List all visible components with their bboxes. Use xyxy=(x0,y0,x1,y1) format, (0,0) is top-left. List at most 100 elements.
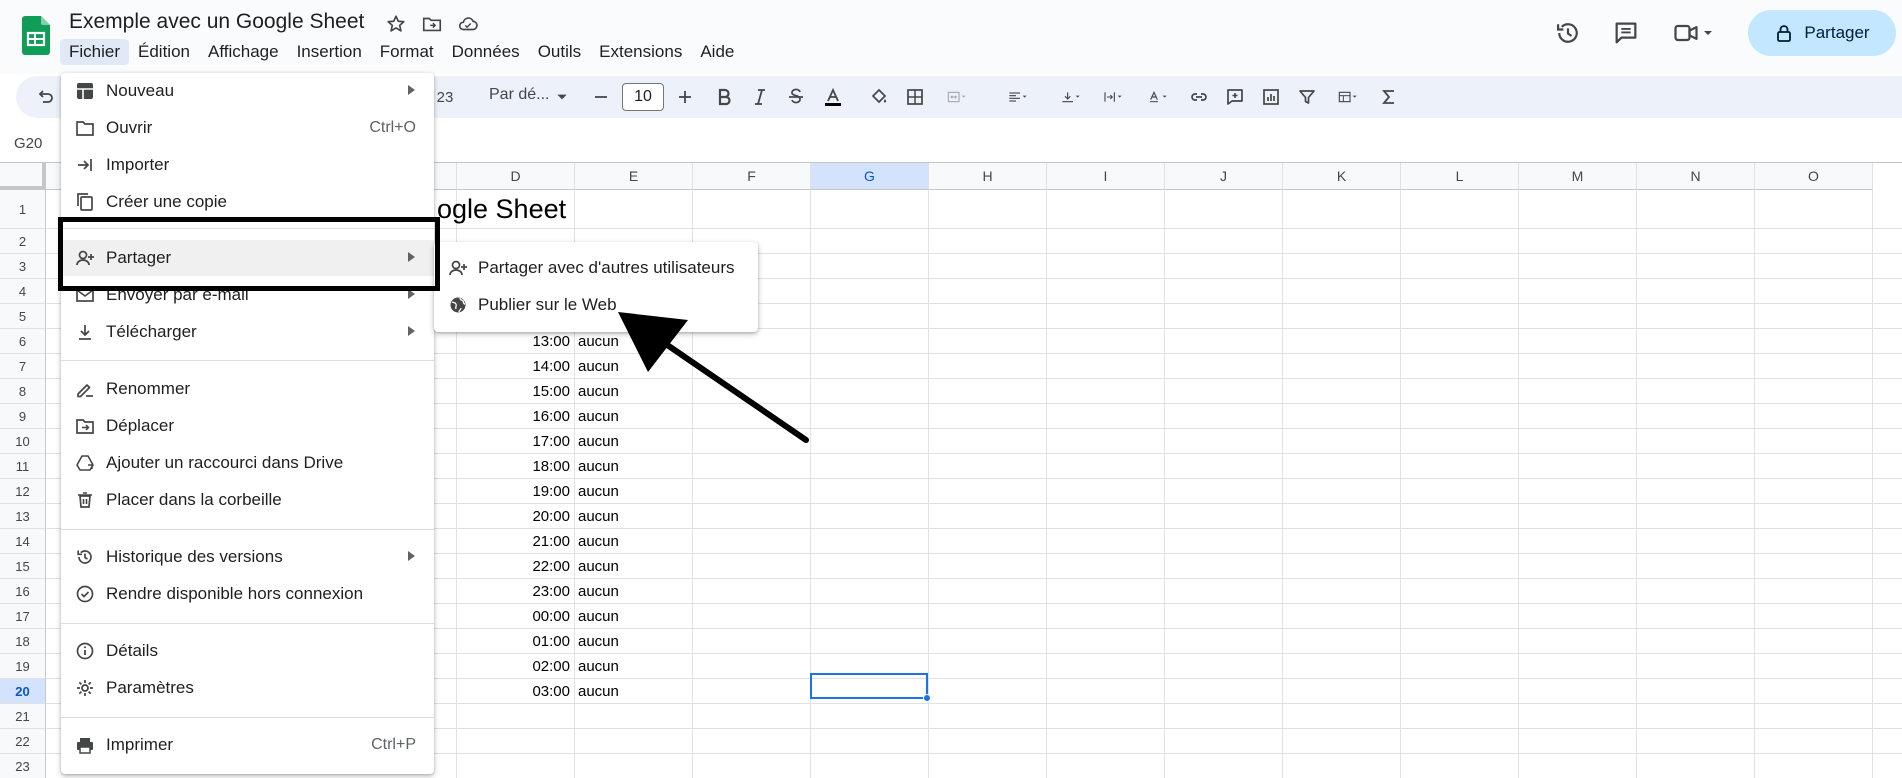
column-header-d[interactable]: D xyxy=(457,163,575,190)
text-wrapping-icon[interactable] xyxy=(1096,85,1130,109)
borders-icon[interactable] xyxy=(904,85,926,109)
cell-time[interactable]: 18:00 xyxy=(520,458,570,475)
menu-donnees[interactable]: Données xyxy=(443,39,529,65)
row-header-19[interactable]: 19 xyxy=(0,654,46,679)
menu-item-nouveau[interactable]: Nouveau xyxy=(61,73,434,109)
increase-font-size-icon[interactable] xyxy=(675,85,695,109)
cell-prerequis[interactable]: aucun xyxy=(578,683,619,700)
menu-format[interactable]: Format xyxy=(371,39,443,65)
row-header-10[interactable]: 10 xyxy=(0,429,46,454)
document-title[interactable]: Exemple avec un Google Sheet xyxy=(69,10,364,34)
comments-icon[interactable] xyxy=(1612,19,1640,47)
menu-item-renommer[interactable]: Renommer xyxy=(61,371,434,407)
column-header-h[interactable]: H xyxy=(929,163,1047,190)
column-header-i[interactable]: I xyxy=(1047,163,1165,190)
row-header-22[interactable]: 22 xyxy=(0,729,46,754)
merge-cells-icon[interactable] xyxy=(940,85,974,109)
header-prerequis[interactable]: Pré-requis xyxy=(596,229,665,239)
functions-icon[interactable] xyxy=(1378,85,1400,109)
menu-extensions[interactable]: Extensions xyxy=(590,39,691,65)
text-color-icon[interactable] xyxy=(821,85,845,109)
cell-prerequis[interactable]: aucun xyxy=(578,533,619,550)
row-header-15[interactable]: 15 xyxy=(0,554,46,579)
column-header-l[interactable]: L xyxy=(1401,163,1519,190)
fill-color-icon[interactable] xyxy=(868,85,890,109)
cell-prerequis[interactable]: aucun xyxy=(578,483,619,500)
cell-prerequis[interactable]: aucun xyxy=(578,333,619,350)
meet-dropdown-icon[interactable] xyxy=(1702,27,1714,39)
row-header-16[interactable]: 16 xyxy=(0,579,46,604)
menu-item-raccourci-drive[interactable]: Ajouter un raccourci dans Drive xyxy=(61,445,434,481)
row-header-3[interactable]: 3 xyxy=(0,254,46,279)
vertical-align-icon[interactable] xyxy=(1054,85,1088,109)
menu-item-importer[interactable]: Importer xyxy=(61,147,434,183)
cell-time[interactable]: 23:00 xyxy=(520,583,570,600)
cell-prerequis[interactable]: aucun xyxy=(578,583,619,600)
cell-time[interactable]: 00:00 xyxy=(520,608,570,625)
menu-item-ouvrir[interactable]: Ouvrir Ctrl+O xyxy=(61,110,434,146)
selected-cell-g20[interactable] xyxy=(810,673,928,699)
strikethrough-icon[interactable] xyxy=(785,85,807,109)
fill-handle[interactable] xyxy=(923,694,931,702)
menu-edition[interactable]: Édition xyxy=(129,39,199,65)
header-horaire[interactable]: Horaire xyxy=(488,229,537,239)
row-header-21[interactable]: 21 xyxy=(0,704,46,729)
row-header-17[interactable]: 17 xyxy=(0,604,46,629)
cell-time[interactable]: 13:00 xyxy=(520,333,570,350)
cell-prerequis[interactable]: aucun xyxy=(578,608,619,625)
more-formats-label[interactable]: 23 xyxy=(430,85,460,109)
move-folder-icon[interactable] xyxy=(421,13,443,35)
cell-prerequis[interactable]: aucun xyxy=(578,633,619,650)
column-header-j[interactable]: J xyxy=(1165,163,1283,190)
cell-time[interactable]: 17:00 xyxy=(520,433,570,450)
menu-item-parametres[interactable]: Paramètres xyxy=(61,670,434,706)
cell-time[interactable]: 22:00 xyxy=(520,558,570,575)
insert-chart-icon[interactable] xyxy=(1260,85,1282,109)
submenu-item-partager-utilisateurs[interactable]: Partager avec d'autres utilisateurs xyxy=(434,250,758,286)
menu-item-imprimer[interactable]: Imprimer Ctrl+P xyxy=(61,727,434,763)
horizontal-align-icon[interactable] xyxy=(1001,85,1035,109)
menu-item-creer-copie[interactable]: Créer une copie xyxy=(61,184,434,220)
select-all-corner[interactable] xyxy=(0,163,46,190)
row-header-14[interactable]: 14 xyxy=(0,529,46,554)
cell-prerequis[interactable]: aucun xyxy=(578,558,619,575)
font-dropdown-icon[interactable] xyxy=(555,85,569,109)
meet-video-icon[interactable] xyxy=(1672,19,1700,47)
menu-fichier[interactable]: Fichier xyxy=(60,39,130,65)
submenu-item-publier-web[interactable]: Publier sur le Web xyxy=(434,287,758,323)
column-header-n[interactable]: N xyxy=(1637,163,1755,190)
row-header-18[interactable]: 18 xyxy=(0,629,46,654)
row-header-1[interactable]: 1 xyxy=(0,190,46,229)
cell-time[interactable]: 01:00 xyxy=(520,633,570,650)
cloud-status-icon[interactable] xyxy=(457,13,479,35)
menu-item-hors-connexion[interactable]: Rendre disponible hors connexion xyxy=(61,576,434,612)
insert-comment-icon[interactable] xyxy=(1224,85,1246,109)
cell-time[interactable]: 15:00 xyxy=(520,383,570,400)
row-header-12[interactable]: 12 xyxy=(0,479,46,504)
filter-icon[interactable] xyxy=(1296,85,1318,109)
cell-time[interactable]: 19:00 xyxy=(520,483,570,500)
cell-time[interactable]: 02:00 xyxy=(520,658,570,675)
cell-prerequis[interactable]: aucun xyxy=(578,433,619,450)
menu-item-corbeille[interactable]: Placer dans la corbeille xyxy=(61,482,434,518)
cell-prerequis[interactable]: aucun xyxy=(578,458,619,475)
sheet-title-cell[interactable]: ogle Sheet xyxy=(437,194,566,225)
menu-insertion[interactable]: Insertion xyxy=(288,39,371,65)
bold-icon[interactable] xyxy=(713,85,735,109)
cell-prerequis[interactable]: aucun xyxy=(578,358,619,375)
cell-time[interactable]: 16:00 xyxy=(520,408,570,425)
font-size-input[interactable]: 10 xyxy=(622,83,664,111)
column-header-k[interactable]: K xyxy=(1283,163,1401,190)
column-header-o[interactable]: O xyxy=(1755,163,1873,190)
menu-affichage[interactable]: Affichage xyxy=(199,39,288,65)
cell-time[interactable]: 14:00 xyxy=(520,358,570,375)
menu-item-deplacer[interactable]: Déplacer xyxy=(61,408,434,444)
font-family-select[interactable]: Par dé... xyxy=(489,86,549,104)
column-header-m[interactable]: M xyxy=(1519,163,1637,190)
row-header-4[interactable]: 4 xyxy=(0,279,46,304)
insert-link-icon[interactable] xyxy=(1188,85,1210,109)
share-button[interactable]: Partager xyxy=(1748,10,1896,56)
menu-aide[interactable]: Aide xyxy=(691,39,743,65)
menu-item-historique-versions[interactable]: Historique des versions xyxy=(61,539,434,575)
row-header-23[interactable]: 23 xyxy=(0,754,46,778)
